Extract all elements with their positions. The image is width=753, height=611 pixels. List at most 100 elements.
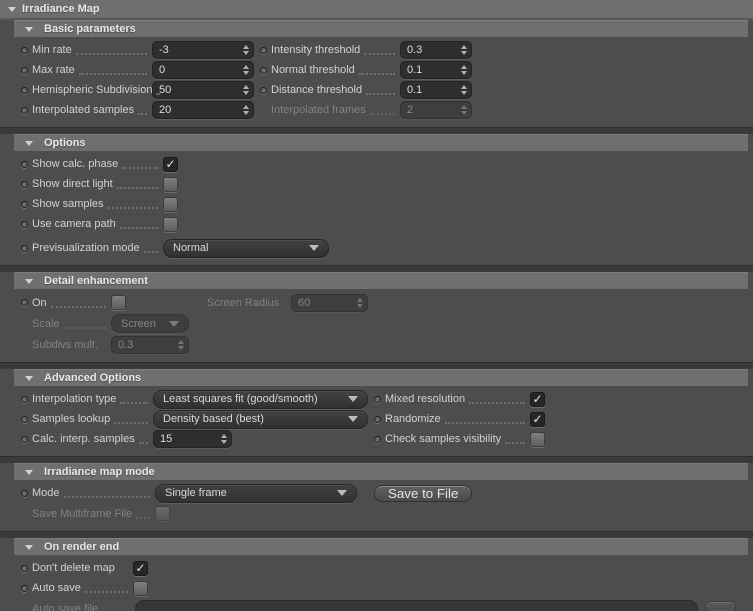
param-row: Auto save file ...: [0, 598, 753, 611]
distance-threshold-value: 0.1: [407, 84, 423, 96]
param-row: Don't delete map ✓: [0, 558, 753, 578]
param-bullet-icon: [374, 415, 381, 423]
calc-interp-samples-spinner[interactable]: 15: [153, 430, 232, 448]
collapse-triangle-icon[interactable]: [25, 469, 33, 475]
dotted-leader: [107, 199, 158, 209]
stepper-icon: [353, 297, 367, 308]
section-divider: [0, 265, 753, 272]
dotted-leader: [114, 414, 148, 424]
section-header-detail-enhancement[interactable]: Detail enhancement: [14, 272, 748, 289]
param-row: Show direct light: [0, 174, 753, 194]
collapse-triangle-icon[interactable]: [8, 6, 16, 12]
param-bullet-icon: [21, 299, 28, 306]
param-bullet-icon: [21, 200, 28, 208]
check-samples-visibility-checkbox[interactable]: [530, 431, 545, 447]
previsualization-mode-dropdown[interactable]: Normal: [163, 238, 329, 258]
mixed-resolution-checkbox[interactable]: ✓: [530, 391, 545, 407]
param-bullet-icon: [21, 106, 28, 114]
stepper-icon[interactable]: [457, 45, 471, 55]
param-row: Auto save: [0, 578, 753, 598]
auto-save-file-input: [135, 599, 698, 611]
section-divider: [0, 127, 753, 134]
param-bullet-icon: [21, 489, 28, 497]
save-to-file-button[interactable]: Save to File: [374, 484, 473, 502]
section-advanced-options: Interpolation type Least squares fit (go…: [0, 386, 753, 453]
section-header-options[interactable]: Options: [14, 134, 748, 151]
interpolated-frames-spinner: 2: [400, 101, 472, 119]
max-rate-spinner[interactable]: 0: [152, 61, 254, 79]
dotted-leader: [119, 219, 158, 229]
stepper-icon[interactable]: [457, 65, 471, 75]
stepper-icon[interactable]: [239, 45, 253, 55]
collapse-triangle-icon[interactable]: [25, 375, 33, 381]
distance-threshold-spinner[interactable]: 0.1: [400, 81, 472, 99]
samples-lookup-dropdown[interactable]: Density based (best): [153, 409, 368, 429]
dotted-leader: [358, 65, 395, 75]
param-bullet-icon: [21, 415, 28, 423]
section-header-basic-parameters[interactable]: Basic parameters: [14, 20, 748, 37]
show-calc-phase-checkbox[interactable]: ✓: [163, 156, 178, 172]
stepper-icon[interactable]: [239, 85, 253, 95]
stepper-icon[interactable]: [239, 65, 253, 75]
stepper-icon[interactable]: [457, 85, 471, 95]
scale-label: Scale: [32, 317, 60, 330]
dotted-leader: [116, 179, 158, 189]
samples-lookup-value: Density based (best): [163, 413, 264, 425]
param-bullet-icon: [374, 435, 381, 443]
dont-delete-map-label: Don't delete map: [32, 562, 115, 574]
hemispheric-subdivision-spinner[interactable]: 50: [152, 81, 254, 99]
dotted-leader: [369, 105, 395, 115]
param-bullet-icon: [260, 86, 267, 94]
param-row: Subdivs mult. 0.3: [0, 334, 753, 355]
auto-save-file-label: Auto save file: [32, 602, 99, 611]
show-direct-light-checkbox[interactable]: [163, 176, 178, 192]
dotted-leader: [63, 319, 106, 329]
mode-dropdown[interactable]: Single frame: [155, 483, 357, 503]
collapse-triangle-icon[interactable]: [25, 278, 33, 284]
detail-on-checkbox[interactable]: [111, 295, 126, 310]
section-title: On render end: [44, 541, 120, 553]
section-title: Basic parameters: [44, 23, 136, 35]
max-rate-value: 0: [159, 64, 166, 76]
show-samples-checkbox[interactable]: [163, 196, 178, 212]
screen-radius-label: Screen Radius: [207, 296, 280, 309]
dropdown-arrow-icon: [337, 490, 347, 496]
dotted-leader: [102, 604, 130, 611]
randomize-checkbox[interactable]: ✓: [530, 411, 545, 427]
dotted-leader: [138, 434, 148, 444]
section-title: Irradiance map mode: [44, 466, 155, 478]
intensity-threshold-spinner[interactable]: 0.3: [400, 41, 472, 59]
collapse-triangle-icon[interactable]: [25, 26, 33, 32]
min-rate-spinner[interactable]: -3: [152, 41, 254, 59]
max-rate-label: Max rate: [32, 64, 75, 76]
collapse-triangle-icon[interactable]: [25, 140, 33, 146]
dropdown-arrow-icon: [348, 396, 358, 402]
section-header-on-render-end[interactable]: On render end: [14, 538, 748, 555]
show-direct-light-label: Show direct light: [32, 178, 113, 190]
stepper-icon[interactable]: [239, 105, 253, 115]
normal-threshold-spinner[interactable]: 0.1: [400, 61, 472, 79]
param-bullet-icon: [374, 395, 381, 403]
panel-header-irradiance-map[interactable]: Irradiance Map: [0, 0, 753, 20]
stepper-icon: [174, 339, 188, 350]
interpolated-samples-spinner[interactable]: 20: [152, 101, 254, 119]
section-divider: [0, 531, 753, 538]
scale-value: Screen: [121, 317, 156, 330]
dotted-leader: [469, 394, 525, 404]
use-camera-path-checkbox[interactable]: [163, 216, 178, 232]
stepper-icon[interactable]: [217, 434, 231, 444]
param-row: Hemispheric Subdivision 50 Distance thre…: [0, 80, 753, 100]
check-samples-visibility-label: Check samples visibility: [385, 433, 502, 445]
interpolation-type-dropdown[interactable]: Least squares fit (good/smooth): [153, 389, 368, 409]
auto-save-checkbox[interactable]: [133, 580, 148, 596]
section-header-advanced-options[interactable]: Advanced Options: [14, 369, 748, 386]
dotted-leader: [444, 414, 525, 424]
scale-dropdown: Screen: [111, 314, 189, 333]
dotted-leader: [78, 65, 147, 75]
show-samples-label: Show samples: [32, 198, 104, 210]
section-header-irradiance-map-mode[interactable]: Irradiance map mode: [14, 463, 748, 480]
intensity-threshold-value: 0.3: [407, 44, 423, 56]
mode-value: Single frame: [165, 487, 227, 499]
collapse-triangle-icon[interactable]: [25, 544, 33, 550]
dont-delete-map-checkbox[interactable]: ✓: [133, 560, 148, 576]
